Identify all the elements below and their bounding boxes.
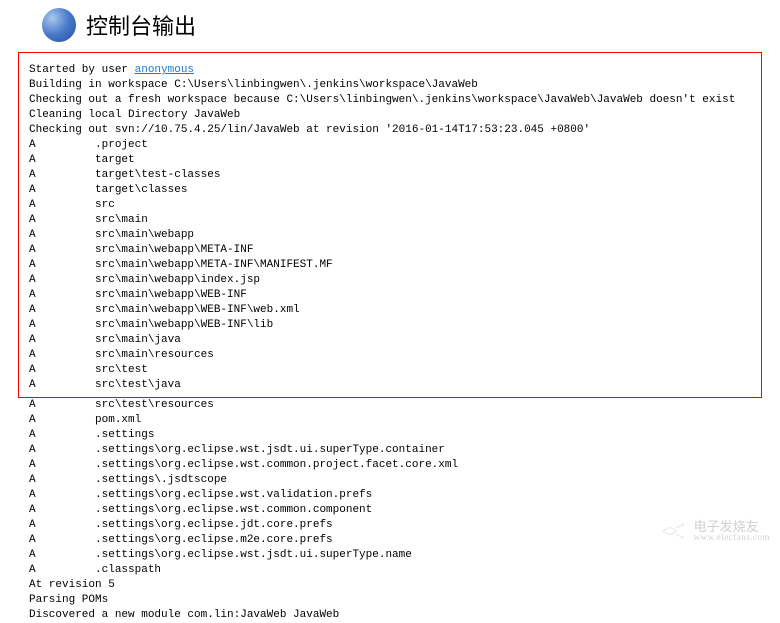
started-by-text: Started by user [29, 64, 135, 76]
tail-lines: At revision 5 Parsing POMs Discovered a … [29, 579, 339, 621]
console-header: 控制台输出 [0, 0, 780, 46]
anonymous-user-link[interactable]: anonymous [135, 64, 194, 76]
cleaning-line: Cleaning local Directory JavaWeb [29, 109, 240, 121]
checking-fresh-line: Checking out a fresh workspace because C… [29, 94, 735, 106]
building-line: Building in workspace C:\Users\linbingwe… [29, 79, 478, 91]
file-rows-rest: A src\test\resources A pom.xml A .settin… [29, 399, 458, 576]
ball-icon [42, 8, 76, 42]
page-title: 控制台输出 [86, 9, 196, 41]
file-rows-boxed: A .project A target A target\test-classe… [29, 139, 333, 391]
console-output-box: Started by user anonymous Building in wo… [18, 52, 762, 398]
svn-line: Checking out svn://10.75.4.25/lin/JavaWe… [29, 124, 590, 136]
console-output-rest: A src\test\resources A pom.xml A .settin… [18, 398, 762, 623]
